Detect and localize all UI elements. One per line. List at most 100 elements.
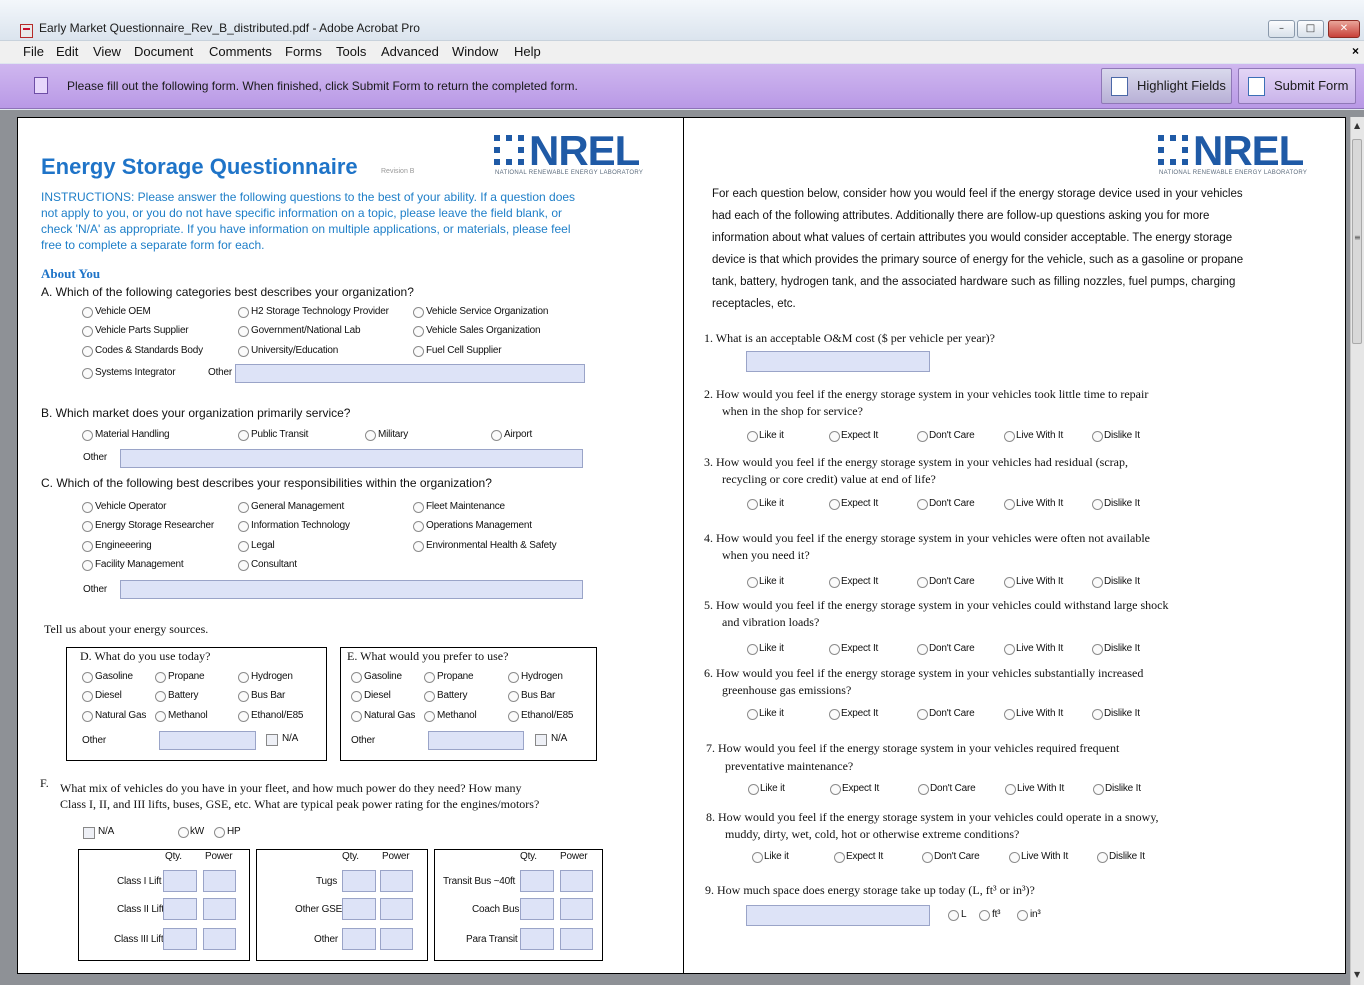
menu-comments[interactable]: Comments	[209, 44, 272, 59]
radio-h2-storage-provider[interactable]	[238, 307, 249, 318]
radio-d-methanol[interactable]	[155, 711, 166, 722]
radio-systems-integrator[interactable]	[82, 368, 93, 379]
energy-prefer-other-field[interactable]	[428, 731, 524, 750]
radio-e-gasoline[interactable]	[351, 672, 362, 683]
radio-q4-expect[interactable]	[829, 577, 840, 588]
menu-document[interactable]: Document	[134, 44, 193, 59]
radio-unit-cubic-feet[interactable]	[979, 910, 990, 921]
radio-e-hydrogen[interactable]	[508, 672, 519, 683]
radio-d-propane[interactable]	[155, 672, 166, 683]
radio-d-diesel[interactable]	[82, 691, 93, 702]
highlight-fields-button[interactable]: Highlight Fields	[1101, 68, 1232, 104]
close-button[interactable]: ✕	[1328, 20, 1360, 38]
radio-vehicle-service-org[interactable]	[413, 307, 424, 318]
radio-codes-standards[interactable]	[82, 346, 93, 357]
radio-q3-live-with[interactable]	[1004, 499, 1015, 510]
radio-d-gasoline[interactable]	[82, 672, 93, 683]
radio-e-ethanol[interactable]	[508, 711, 519, 722]
radio-d-ethanol[interactable]	[238, 711, 249, 722]
radio-q7-live-with[interactable]	[1005, 784, 1016, 795]
radio-consultant[interactable]	[238, 560, 249, 571]
radio-airport[interactable]	[491, 430, 502, 441]
radio-q2-dislike[interactable]	[1092, 431, 1103, 442]
radio-q6-like[interactable]	[747, 709, 758, 720]
radio-q7-expect[interactable]	[830, 784, 841, 795]
other-gse-power-field[interactable]	[380, 898, 413, 920]
class-2-lift-power-field[interactable]	[203, 898, 236, 920]
radio-e-battery[interactable]	[424, 691, 435, 702]
radio-q5-live-with[interactable]	[1004, 644, 1015, 655]
tugs-qty-field[interactable]	[342, 870, 376, 892]
radio-d-bus-bar[interactable]	[238, 691, 249, 702]
other-vehicle-power-field[interactable]	[380, 928, 413, 950]
radio-public-transit[interactable]	[238, 430, 249, 441]
radio-q2-live-with[interactable]	[1004, 431, 1015, 442]
radio-general-management[interactable]	[238, 502, 249, 513]
radio-operations-management[interactable]	[413, 521, 424, 532]
radio-vehicle-sales-org[interactable]	[413, 326, 424, 337]
radio-q3-expect[interactable]	[829, 499, 840, 510]
radio-engineering[interactable]	[82, 541, 93, 552]
menu-file[interactable]: File	[23, 44, 44, 59]
menu-view[interactable]: View	[93, 44, 121, 59]
radio-environmental-health-safety[interactable]	[413, 541, 424, 552]
scroll-up-icon[interactable]: ▲	[1354, 121, 1360, 130]
close-document-icon[interactable]: ×	[1352, 44, 1359, 58]
class-1-lift-power-field[interactable]	[203, 870, 236, 892]
radio-vehicle-oem[interactable]	[82, 307, 93, 318]
radio-q3-like[interactable]	[747, 499, 758, 510]
menu-window[interactable]: Window	[452, 44, 498, 59]
other-gse-qty-field[interactable]	[342, 898, 376, 920]
class-3-lift-qty-field[interactable]	[163, 928, 197, 950]
radio-q6-live-with[interactable]	[1004, 709, 1015, 720]
radio-q8-expect[interactable]	[834, 852, 845, 863]
para-transit-qty-field[interactable]	[520, 928, 554, 950]
radio-material-handling[interactable]	[82, 430, 93, 441]
transit-bus-power-field[interactable]	[560, 870, 593, 892]
radio-facility-management[interactable]	[82, 560, 93, 571]
radio-e-methanol[interactable]	[424, 711, 435, 722]
para-transit-power-field[interactable]	[560, 928, 593, 950]
radio-fleet-maintenance[interactable]	[413, 502, 424, 513]
radio-q6-dislike[interactable]	[1092, 709, 1103, 720]
radio-q8-like[interactable]	[752, 852, 763, 863]
submit-form-button[interactable]: Submit Form	[1238, 68, 1356, 104]
radio-government-lab[interactable]	[238, 326, 249, 337]
menu-forms[interactable]: Forms	[285, 44, 322, 59]
organization-other-field[interactable]	[235, 364, 585, 383]
market-other-field[interactable]	[120, 449, 583, 468]
radio-d-natural-gas[interactable]	[82, 711, 93, 722]
minimize-button[interactable]: –	[1268, 20, 1295, 38]
radio-q5-expect[interactable]	[829, 644, 840, 655]
energy-prefer-na-checkbox[interactable]	[535, 734, 547, 746]
scroll-down-icon[interactable]: ▼	[1354, 970, 1360, 979]
radio-q5-dont-care[interactable]	[917, 644, 928, 655]
menu-advanced[interactable]: Advanced	[381, 44, 439, 59]
radio-q5-dislike[interactable]	[1092, 644, 1103, 655]
radio-q8-dont-care[interactable]	[922, 852, 933, 863]
radio-hp[interactable]	[214, 827, 225, 838]
class-3-lift-power-field[interactable]	[203, 928, 236, 950]
radio-e-bus-bar[interactable]	[508, 691, 519, 702]
radio-q3-dont-care[interactable]	[917, 499, 928, 510]
radio-legal[interactable]	[238, 541, 249, 552]
radio-q4-dont-care[interactable]	[917, 577, 928, 588]
radio-vehicle-parts-supplier[interactable]	[82, 326, 93, 337]
coach-bus-power-field[interactable]	[560, 898, 593, 920]
menu-edit[interactable]: Edit	[56, 44, 78, 59]
radio-q4-dislike[interactable]	[1092, 577, 1103, 588]
radio-d-battery[interactable]	[155, 691, 166, 702]
radio-q5-like[interactable]	[747, 644, 758, 655]
radio-q8-live-with[interactable]	[1009, 852, 1020, 863]
coach-bus-qty-field[interactable]	[520, 898, 554, 920]
radio-q3-dislike[interactable]	[1092, 499, 1103, 510]
radio-q6-dont-care[interactable]	[917, 709, 928, 720]
space-field[interactable]	[746, 905, 930, 926]
radio-information-technology[interactable]	[238, 521, 249, 532]
radio-e-natural-gas[interactable]	[351, 711, 362, 722]
menu-help[interactable]: Help	[514, 44, 541, 59]
radio-q8-dislike[interactable]	[1097, 852, 1108, 863]
radio-military[interactable]	[365, 430, 376, 441]
responsibilities-other-field[interactable]	[120, 580, 583, 599]
radio-kw[interactable]	[178, 827, 189, 838]
